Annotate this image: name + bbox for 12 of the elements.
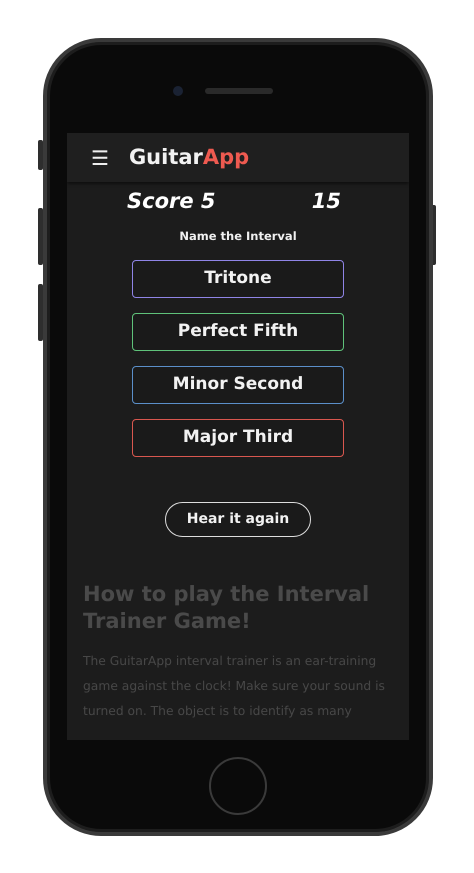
brand-logo[interactable]: GuitarApp (128, 142, 250, 174)
hear-again-button[interactable]: Hear it again (165, 502, 311, 537)
menu-icon[interactable]: ☰ (91, 148, 109, 168)
camera-icon (173, 86, 183, 96)
answer-button[interactable]: Major Third (132, 419, 344, 458)
answer-button[interactable]: Perfect Fifth (132, 313, 344, 352)
prompt-text: Name the Interval (178, 228, 298, 245)
answer-button[interactable]: Tritone (132, 260, 344, 298)
score-label: Score 5 (127, 188, 216, 216)
answer-button[interactable]: Minor Second (132, 366, 344, 404)
timer-label: 15 (312, 188, 341, 216)
speaker-grille (205, 88, 273, 94)
